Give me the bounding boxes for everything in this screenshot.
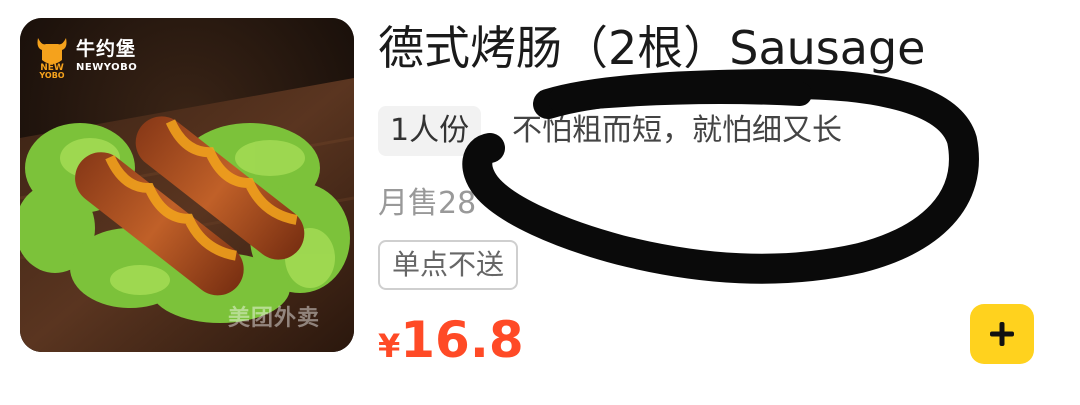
price: ¥16.8 [378,308,524,384]
plus-icon [990,322,1014,346]
platform-watermark: 美团外卖 [228,306,321,331]
price-currency: ¥ [378,327,401,365]
serving-tag: 1人份 [378,106,482,156]
brand-name-en: NEWYOBO [76,61,138,73]
price-value: 16.8 [400,311,524,369]
svg-text:YOBO: YOBO [38,71,64,78]
brand-logo: NEW YOBO 牛约堡 NEWYOBO [34,34,137,78]
product-image[interactable]: NEW YOBO 牛约堡 NEWYOBO 美团外卖 [20,18,354,352]
delivery-restriction-tag: 单点不送 [378,240,519,290]
product-slogan: 不怕粗而短，就怕细又长 [512,113,842,148]
brand-name-cn: 牛约堡 [76,37,137,60]
monthly-sales: 月售28 [378,186,477,221]
bull-icon: NEW YOBO [37,38,67,78]
add-to-cart-button[interactable] [970,304,1034,364]
product-title: 德式烤肠（2根）Sausage [378,21,926,75]
